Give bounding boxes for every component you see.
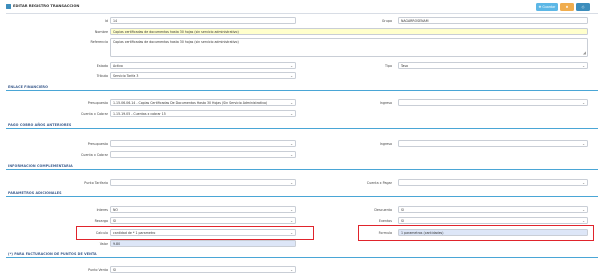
chevron-down-icon: ⌄ xyxy=(290,219,293,223)
chevron-down-icon: ⌄ xyxy=(290,153,293,157)
resize-handle-icon[interactable]: ◢ xyxy=(583,50,586,56)
estado-select[interactable]: Activo ⌄ xyxy=(110,62,296,69)
grupo-field[interactable]: NAGARROSENAM xyxy=(398,17,588,24)
cuenta-pagar-select[interactable]: ⌄ xyxy=(398,179,588,186)
interes-label: Interes xyxy=(96,208,108,212)
edit-icon xyxy=(6,4,11,9)
nombre-field[interactable]: Copias certificadas de documentos hasta … xyxy=(110,28,588,35)
tributo-label: Tributo xyxy=(96,74,108,78)
header-divider xyxy=(6,13,598,14)
chevron-down-icon: ⌄ xyxy=(290,142,293,146)
cuenta-pagar-label: Cuenta x Pagar xyxy=(366,181,392,185)
window-header: EDITAR REGISTRO TRANSACCION ✚ Guardar ✖ … xyxy=(0,0,604,14)
descuento-label: Descuento xyxy=(374,208,392,212)
id-field[interactable]: 14 xyxy=(110,17,296,24)
section-pos-rule xyxy=(6,257,598,258)
chevron-down-icon: ⌄ xyxy=(582,64,585,68)
calculo-highlight xyxy=(76,226,314,240)
warning-button[interactable]: ✖ xyxy=(560,3,574,11)
section-enlace-rule xyxy=(6,90,598,91)
ingreso-select[interactable]: ⌄ xyxy=(398,99,588,106)
pago-cuenta-label: Cuenta x Cobrar xyxy=(80,153,108,157)
exentos-select[interactable]: SI ⌄ xyxy=(398,217,588,224)
chevron-down-icon: ⌄ xyxy=(290,101,293,105)
referencia-label: Referencia xyxy=(90,40,108,44)
cancel-icon: ✖ xyxy=(565,5,569,9)
referencia-text: Copias certificadas de documentos hasta … xyxy=(113,40,239,44)
chevron-down-icon: ⌄ xyxy=(290,74,293,78)
tipo-value: Tasa xyxy=(401,64,408,68)
punto-tarifario-select[interactable]: ⌄ xyxy=(110,179,296,186)
cuenta-cobrar-value: 1.15.19.05 - Cuentas x cobrar 15 xyxy=(113,112,166,116)
cuenta-cobrar-label: Cuenta x Cobrar xyxy=(80,112,108,116)
pago-ingreso-select[interactable]: ⌄ xyxy=(398,140,588,147)
chevron-down-icon: ⌄ xyxy=(582,142,585,146)
recargo-select[interactable]: SI ⌄ xyxy=(110,217,296,224)
save-label: Guardar xyxy=(542,5,556,9)
ingreso-label: Ingreso xyxy=(379,101,392,105)
section-pago-rule xyxy=(6,128,598,129)
presupuesto-label: Presupuesto xyxy=(87,101,108,105)
chevron-down-icon: ⌄ xyxy=(290,112,293,116)
section-param-rule xyxy=(6,196,598,197)
section-info-title: INFORMACION COMPLEMENTARIA xyxy=(8,164,73,168)
recargo-label: Recargo xyxy=(94,219,108,223)
chevron-down-icon: ⌄ xyxy=(290,208,293,212)
pago-cuenta-select[interactable]: ⌄ xyxy=(110,151,296,158)
section-pos-title: (*) PARA FACTURACION DE PUNTOS DE VENTA xyxy=(8,252,97,256)
chevron-down-icon: ⌄ xyxy=(582,181,585,185)
section-pago-title: PAGO COBRO AÑOS ANTERIORES xyxy=(8,123,72,127)
chevron-down-icon: ⌄ xyxy=(290,64,293,68)
descuento-value: SI xyxy=(401,208,404,212)
chevron-down-icon: ⌄ xyxy=(582,208,585,212)
chevron-down-icon: ⌄ xyxy=(290,268,293,272)
print-button[interactable]: ⎙ xyxy=(576,3,590,11)
punto-venta-label: Punto Venta xyxy=(88,268,108,272)
tributo-value: Servicio Tarifa 3 xyxy=(113,74,139,78)
valor-label: Valor xyxy=(99,242,108,246)
tipo-label: Tipo xyxy=(385,64,392,68)
pago-ingreso-label: Ingreso xyxy=(379,142,392,146)
cuenta-cobrar-select[interactable]: 1.15.19.05 - Cuentas x cobrar 15 ⌄ xyxy=(110,110,296,117)
exentos-label: Exentos xyxy=(378,219,392,223)
descuento-select[interactable]: SI ⌄ xyxy=(398,206,588,213)
presupuesto-select[interactable]: 1.15.06.06.14 - Copias Certificadas De D… xyxy=(110,99,296,106)
estado-value: Activo xyxy=(113,64,123,68)
section-param-title: PARAMETROS ADICIONALES xyxy=(8,191,62,195)
pago-presupuesto-label: Presupuesto xyxy=(87,142,108,146)
referencia-field[interactable]: Copias certificadas de documentos hasta … xyxy=(110,38,588,57)
nombre-label: Nombre xyxy=(94,30,108,34)
tributo-select[interactable]: Servicio Tarifa 3 ⌄ xyxy=(110,72,296,79)
recargo-value: SI xyxy=(113,219,116,223)
id-label: Id xyxy=(104,19,108,23)
punto-venta-value: SI xyxy=(113,268,116,272)
formula-highlight xyxy=(358,225,594,241)
section-enlace-title: ENLACE FINANCIERO xyxy=(8,85,48,89)
tipo-select[interactable]: Tasa ⌄ xyxy=(398,62,588,69)
save-button[interactable]: ✚ Guardar xyxy=(536,3,558,11)
valor-field[interactable]: 9.80 xyxy=(110,240,296,247)
print-icon: ⎙ xyxy=(581,5,585,9)
interes-select[interactable]: NO ⌄ xyxy=(110,206,296,213)
exentos-value: SI xyxy=(401,219,404,223)
chevron-down-icon: ⌄ xyxy=(582,219,585,223)
grupo-label: Grupo xyxy=(381,19,392,23)
chevron-down-icon: ⌄ xyxy=(290,181,293,185)
presupuesto-value: 1.15.06.06.14 - Copias Certificadas De D… xyxy=(113,101,268,105)
chevron-down-icon: ⌄ xyxy=(582,101,585,105)
interes-value: NO xyxy=(113,208,118,212)
punto-tarifario-label: Punto Tarifario xyxy=(84,181,108,185)
pago-presupuesto-select[interactable]: ⌄ xyxy=(110,140,296,147)
estado-label: Estado xyxy=(96,64,108,68)
section-info-rule xyxy=(6,169,598,170)
punto-venta-select[interactable]: SI ⌄ xyxy=(110,266,296,273)
page-title: EDITAR REGISTRO TRANSACCION xyxy=(13,4,80,8)
